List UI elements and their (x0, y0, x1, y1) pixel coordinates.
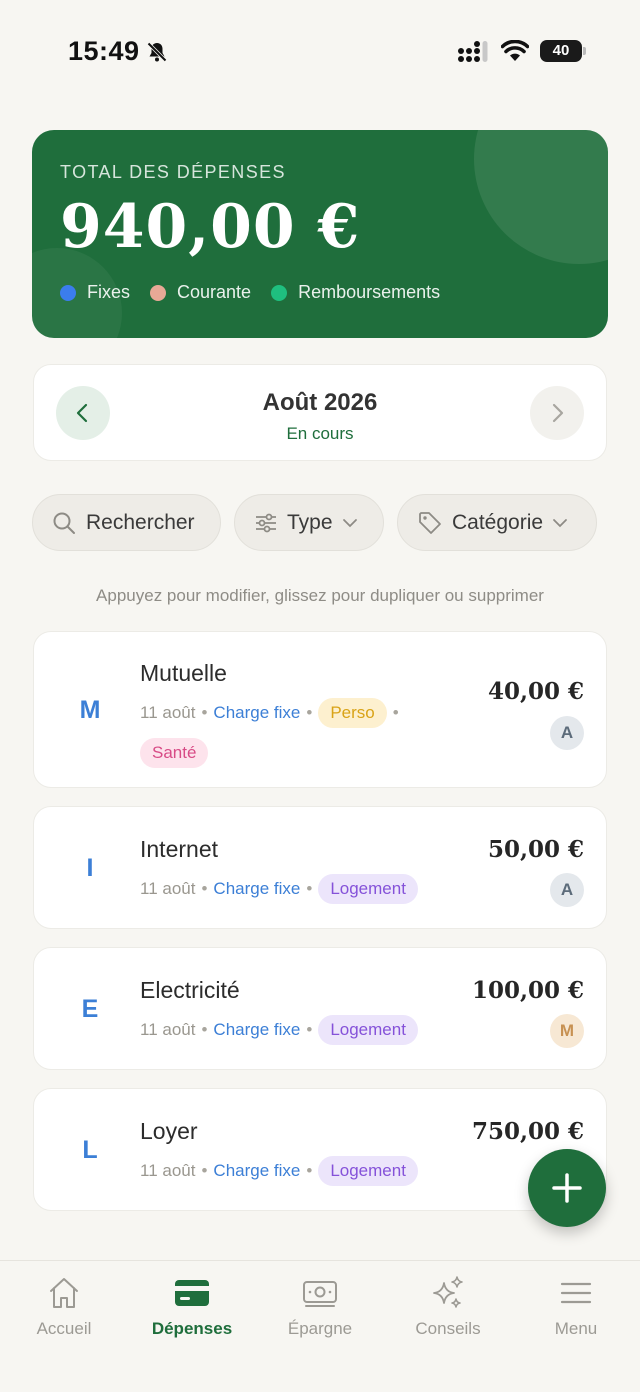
tag-sante: Santé (140, 738, 209, 768)
bell-muted-icon (147, 42, 167, 62)
total-label: TOTAL DES DÉPENSES (60, 162, 286, 182)
legend-dot (60, 284, 76, 301)
tab-label: Accueil (36, 1319, 92, 1338)
sliders-icon (256, 513, 276, 532)
decor-circle (474, 130, 608, 264)
tab-label: Dépenses (151, 1319, 233, 1338)
tab-depenses[interactable]: Dépenses (128, 1275, 256, 1339)
legend-courante: Courante (150, 282, 251, 303)
expense-amount: 100,00 € (471, 977, 584, 1004)
status-time: 15:49 (68, 36, 140, 66)
expense-date: 11 août (140, 1020, 196, 1039)
expense-type: Charge fixe (213, 1020, 301, 1039)
tab-label: Épargne (287, 1319, 353, 1338)
expense-name: Electricité (140, 977, 240, 1003)
month-title: Août 2026 (262, 389, 378, 416)
home-icon (50, 1278, 78, 1308)
add-expense-button[interactable] (528, 1149, 606, 1227)
expense-type: Charge fixe (213, 879, 301, 898)
expense-card[interactable]: E Electricité 11 août • Charge fixe • Loge… (33, 947, 607, 1070)
tab-menu[interactable]: Menu (512, 1275, 640, 1339)
sparkles-icon (433, 1276, 463, 1308)
expense-initial: I (86, 854, 94, 882)
total-expenses-card: TOTAL DES DÉPENSES 940,00 € Fixes Couran… (32, 130, 608, 338)
category-label: Catégorie (452, 510, 544, 534)
expense-type: Charge fixe (213, 703, 301, 722)
expense-date: 11 août (140, 879, 196, 898)
category-filter[interactable]: Catégorie (397, 494, 597, 551)
legend-fixes: Fixes (60, 282, 130, 303)
tab-epargne[interactable]: Épargne (256, 1275, 384, 1339)
expense-name: Mutuelle (140, 660, 227, 686)
search-button[interactable]: Rechercher (32, 494, 221, 551)
tab-accueil[interactable]: Accueil (0, 1275, 128, 1339)
card-icon (175, 1280, 209, 1306)
avatar: A (550, 716, 584, 750)
expense-name: Loyer (140, 1118, 198, 1144)
tab-conseils[interactable]: Conseils (384, 1275, 512, 1339)
next-month-button[interactable] (530, 386, 584, 440)
expense-amount: 40,00 € (487, 678, 584, 705)
signal-icon (458, 41, 488, 62)
expense-meta: 11 août • Charge fixe • Perso • Santé (140, 698, 456, 768)
expense-type: Charge fixe (213, 1161, 301, 1180)
hamburger-icon (560, 1282, 592, 1304)
expense-initial: E (81, 995, 99, 1023)
total-amount: 940,00 € (60, 192, 361, 262)
expense-meta: 11 août • Charge fixe • Logement (140, 1015, 456, 1045)
battery-indicator: 40 (540, 40, 582, 62)
legend-label: Remboursements (298, 282, 441, 302)
expense-date: 11 août (140, 1161, 196, 1180)
expense-legend: Fixes Courante Remboursements (60, 282, 460, 303)
tag-perso: Perso (318, 698, 387, 728)
expense-initial: L (82, 1136, 98, 1164)
expense-amount: 50,00 € (487, 836, 584, 863)
avatar: A (550, 873, 584, 907)
bottom-tab-bar: Accueil Dépenses Épargne Conseils Menu (0, 1260, 640, 1392)
tab-label: Menu (554, 1319, 598, 1338)
chevron-right-icon (552, 403, 564, 423)
banknote-icon (303, 1281, 337, 1307)
search-label: Rechercher (86, 510, 195, 534)
month-selector: Août 2026 En cours (33, 364, 607, 461)
legend-label: Fixes (87, 282, 131, 302)
expense-amount: 750,00 € (471, 1118, 584, 1145)
swipe-hint: Appuyez pour modifier, glissez pour dupl… (96, 586, 544, 605)
tag-icon (419, 511, 441, 534)
month-status: En cours (286, 424, 354, 443)
type-label: Type (287, 510, 333, 534)
plus-icon (552, 1173, 582, 1203)
legend-dot (150, 284, 167, 301)
expense-initial: M (79, 696, 101, 724)
tag-logement: Logement (318, 874, 418, 904)
legend-remboursements: Remboursements (271, 282, 440, 303)
expense-meta: 11 août • Charge fixe • Logement (140, 874, 456, 904)
wifi-icon (501, 40, 529, 61)
expense-name: Internet (140, 836, 218, 862)
tag-logement: Logement (318, 1015, 418, 1045)
type-filter[interactable]: Type (234, 494, 384, 551)
chevron-down-icon (342, 518, 357, 527)
tab-label: Conseils (415, 1319, 481, 1338)
expense-meta: 11 août • Charge fixe • Logement (140, 1156, 456, 1186)
expense-card[interactable]: I Internet 11 août • Charge fixe • Logemen… (33, 806, 607, 929)
expense-card[interactable]: M Mutuelle 11 août • Charge fixe • Perso • … (33, 631, 607, 788)
legend-dot (271, 284, 288, 301)
expense-card[interactable]: L Loyer 11 août • Charge fixe • Logement 7… (33, 1088, 607, 1211)
status-bar: 15:49 40 (0, 0, 640, 100)
legend-label: Courante (177, 282, 252, 302)
tag-logement: Logement (318, 1156, 418, 1186)
chevron-down-icon (553, 518, 567, 527)
battery-tip (583, 47, 586, 55)
expense-date: 11 août (140, 703, 196, 722)
search-icon (53, 512, 75, 534)
avatar: M (550, 1014, 584, 1048)
